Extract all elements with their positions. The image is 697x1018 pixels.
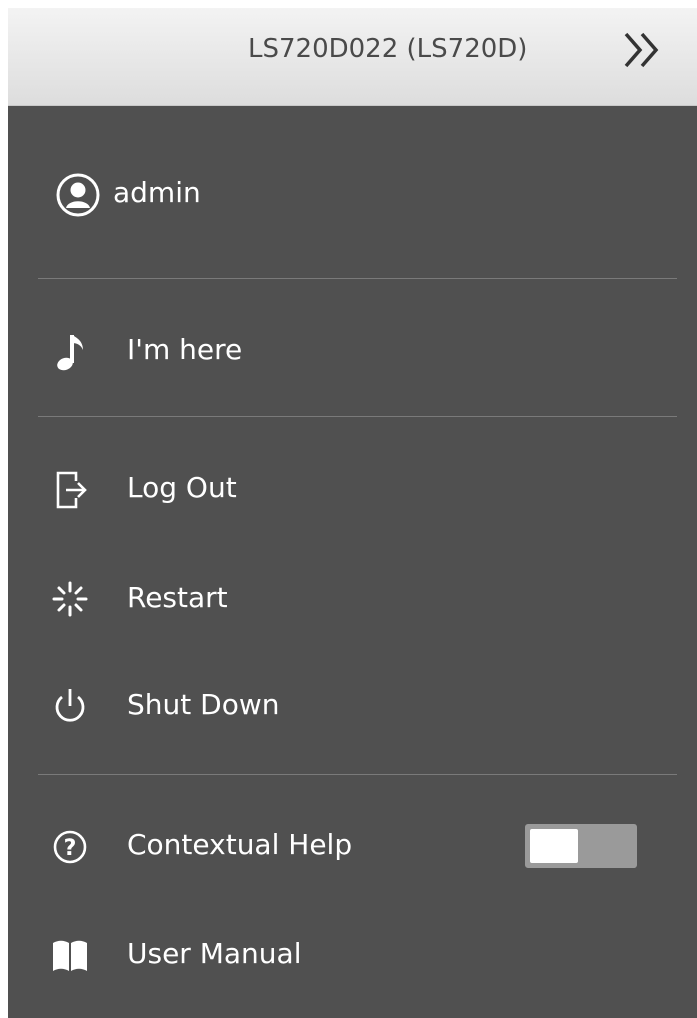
- collapse-menu-button[interactable]: [620, 30, 666, 70]
- side-menu-panel: LS720D022 (LS720D) admin I'm here Log Ou…: [8, 8, 697, 1018]
- im-here-item[interactable]: I'm here: [38, 321, 677, 381]
- im-here-label: I'm here: [127, 333, 243, 366]
- restart-spinner-icon: [50, 577, 90, 621]
- divider: [38, 416, 677, 417]
- contextual-help-item[interactable]: ? Contextual Help: [38, 816, 508, 876]
- contextual-help-toggle[interactable]: [525, 824, 637, 868]
- power-icon: [50, 684, 90, 728]
- divider: [38, 774, 677, 775]
- log-out-item[interactable]: Log Out: [38, 459, 677, 519]
- device-title: LS720D022 (LS720D): [248, 34, 528, 64]
- help-circle-icon: ?: [50, 824, 90, 868]
- restart-label: Restart: [127, 581, 228, 614]
- user-account-item[interactable]: admin: [38, 163, 677, 223]
- double-chevron-right-icon: [624, 32, 659, 68]
- toggle-knob: [530, 829, 578, 863]
- log-out-label: Log Out: [127, 471, 237, 504]
- shut-down-label: Shut Down: [127, 688, 280, 721]
- user-name: admin: [113, 176, 201, 209]
- music-note-icon: [50, 329, 90, 373]
- divider: [38, 278, 677, 279]
- svg-text:?: ?: [64, 836, 77, 861]
- contextual-help-label: Contextual Help: [127, 828, 353, 861]
- restart-item[interactable]: Restart: [38, 569, 677, 629]
- logout-icon: [50, 467, 90, 511]
- book-icon: [50, 933, 90, 977]
- shut-down-item[interactable]: Shut Down: [38, 676, 677, 736]
- menu-header: LS720D022 (LS720D): [8, 8, 697, 106]
- user-avatar-icon: [56, 173, 100, 217]
- user-manual-label: User Manual: [127, 937, 302, 970]
- user-manual-item[interactable]: User Manual: [38, 925, 677, 985]
